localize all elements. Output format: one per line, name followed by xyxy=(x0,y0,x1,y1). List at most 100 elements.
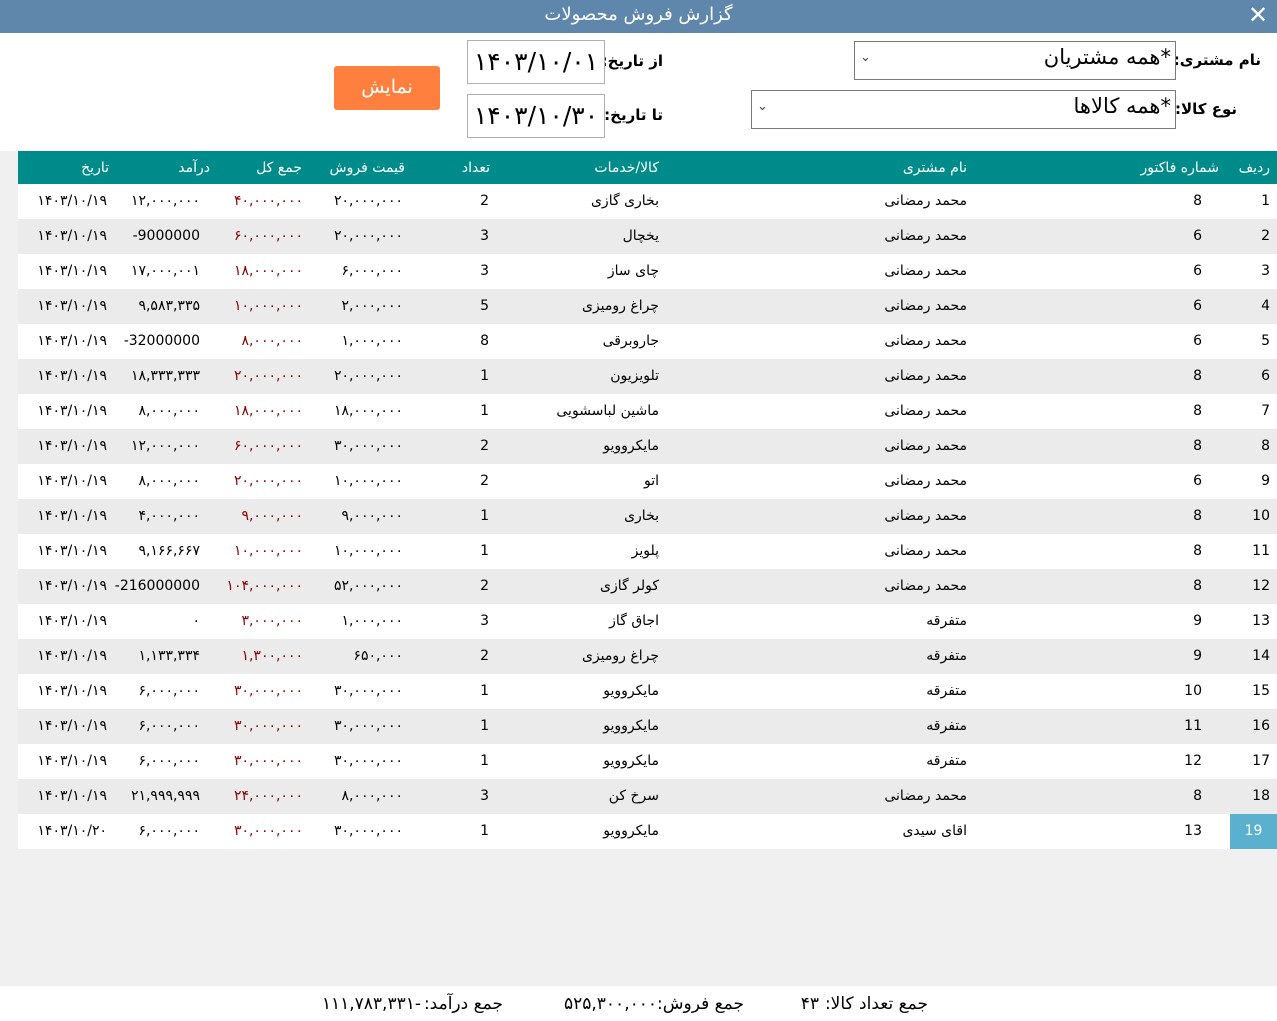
cell-total[interactable]: ۶۰,۰۰۰,۰۰۰ xyxy=(234,438,303,454)
cell-row[interactable]: 10 xyxy=(1252,508,1270,524)
cell-customer[interactable]: محمد رمضانی xyxy=(884,438,967,454)
cell-total[interactable]: ۱۰۴,۰۰۰,۰۰۰ xyxy=(226,578,303,594)
cell-income[interactable]: ۸,۰۰۰,۰۰۰ xyxy=(138,403,200,419)
cell-invoice[interactable]: 13 xyxy=(1184,823,1202,839)
cell-invoice[interactable]: 8 xyxy=(1193,508,1202,524)
table-row[interactable]: 1 8 محمد رمضانی بخاری گازی 2 ۲۰,۰۰۰,۰۰۰ ۴۰,۰۰۰… xyxy=(18,184,1277,219)
cell-total[interactable]: ۱,۳۰۰,۰۰۰ xyxy=(241,648,303,664)
cell-total[interactable]: ۱۸,۰۰۰,۰۰۰ xyxy=(234,403,303,419)
cell-invoice[interactable]: 6 xyxy=(1193,263,1202,279)
cell-product[interactable]: مایکروویو xyxy=(603,823,659,839)
cell-income[interactable]: ۶,۰۰۰,۰۰۰ xyxy=(138,683,200,699)
cell-product[interactable]: چای ساز xyxy=(608,263,659,279)
table-row[interactable]: 15 10 متفرقه مایکروویو 1 ۳۰,۰۰۰,۰۰۰ ۳۰,۰۰۰,۰۰۰… xyxy=(18,674,1277,709)
cell-income[interactable]: -9000000 xyxy=(133,228,200,244)
header-customer[interactable]: نام مشتری xyxy=(903,160,967,176)
cell-product[interactable]: اتو xyxy=(644,473,659,489)
table-row[interactable]: 11 8 محمد رمضانی پلویز 1 ۱۰,۰۰۰,۰۰۰ ۱۰,۰۰۰,۰۰۰… xyxy=(18,534,1277,569)
cell-price[interactable]: ۳۰,۰۰۰,۰۰۰ xyxy=(334,718,403,734)
cell-invoice[interactable]: 11 xyxy=(1184,718,1202,734)
table-row[interactable]: 17 12 متفرقه مایکروویو 1 ۳۰,۰۰۰,۰۰۰ ۳۰,۰۰۰,۰۰۰… xyxy=(18,744,1277,779)
cell-date[interactable]: ۱۴۰۳/۱۰/۱۹ xyxy=(37,578,107,594)
cell-qty[interactable]: 2 xyxy=(480,438,489,454)
cell-income[interactable]: ۱۲,۰۰۰,۰۰۰ xyxy=(131,438,200,454)
cell-total[interactable]: ۹,۰۰۰,۰۰۰ xyxy=(241,508,303,524)
cell-total[interactable]: ۳۰,۰۰۰,۰۰۰ xyxy=(234,683,303,699)
cell-row[interactable]: 12 xyxy=(1252,578,1270,594)
cell-date[interactable]: ۱۴۰۳/۱۰/۱۹ xyxy=(37,438,107,454)
cell-qty[interactable]: 2 xyxy=(480,648,489,664)
cell-qty[interactable]: 3 xyxy=(480,613,489,629)
cell-price[interactable]: ۱,۰۰۰,۰۰۰ xyxy=(341,333,403,349)
cell-price[interactable]: ۹,۰۰۰,۰۰۰ xyxy=(341,508,403,524)
cell-price[interactable]: ۳۰,۰۰۰,۰۰۰ xyxy=(334,683,403,699)
cell-invoice[interactable]: 12 xyxy=(1184,753,1202,769)
cell-product[interactable]: تلویزیون xyxy=(610,368,659,384)
table-row[interactable]: 16 11 متفرقه مایکروویو 1 ۳۰,۰۰۰,۰۰۰ ۳۰,۰۰۰,۰۰۰… xyxy=(18,709,1277,744)
cell-price[interactable]: ۶۵۰,۰۰۰ xyxy=(353,648,403,664)
cell-total[interactable]: ۳۰,۰۰۰,۰۰۰ xyxy=(234,823,303,839)
table-row[interactable]: 10 8 محمد رمضانی بخاری 1 ۹,۰۰۰,۰۰۰ ۹,۰۰۰,۰۰۰ ۴,… xyxy=(18,499,1277,534)
cell-row[interactable]: 1 xyxy=(1261,193,1270,209)
cell-date[interactable]: ۱۴۰۳/۱۰/۱۹ xyxy=(37,683,107,699)
cell-date[interactable]: ۱۴۰۳/۱۰/۱۹ xyxy=(37,753,107,769)
cell-price[interactable]: ۲۰,۰۰۰,۰۰۰ xyxy=(334,368,403,384)
cell-customer[interactable]: محمد رمضانی xyxy=(884,508,967,524)
cell-qty[interactable]: 1 xyxy=(480,508,489,524)
cell-income[interactable]: ۲۱,۹۹۹,۹۹۹ xyxy=(131,788,200,804)
cell-qty[interactable]: 1 xyxy=(480,753,489,769)
cell-qty[interactable]: 1 xyxy=(480,543,489,559)
cell-customer[interactable]: متفرقه xyxy=(926,718,967,734)
cell-price[interactable]: ۵۲,۰۰۰,۰۰۰ xyxy=(334,578,403,594)
table-row[interactable]: 18 8 محمد رمضانی سرخ کن 3 ۸,۰۰۰,۰۰۰ ۲۴,۰۰۰,۰۰۰… xyxy=(18,779,1277,814)
product-select[interactable]: *همه کالاها ⌄ xyxy=(751,90,1176,129)
cell-invoice[interactable]: 9 xyxy=(1193,613,1202,629)
cell-product[interactable]: مایکروویو xyxy=(603,718,659,734)
cell-customer[interactable]: محمد رمضانی xyxy=(884,333,967,349)
cell-customer[interactable]: محمد رمضانی xyxy=(884,298,967,314)
cell-row[interactable]: 16 xyxy=(1252,718,1270,734)
cell-customer[interactable]: محمد رمضانی xyxy=(884,473,967,489)
cell-date[interactable]: ۱۴۰۳/۱۰/۱۹ xyxy=(37,543,107,559)
cell-qty[interactable]: 2 xyxy=(480,473,489,489)
cell-qty[interactable]: 5 xyxy=(480,298,489,314)
cell-invoice[interactable]: 8 xyxy=(1193,368,1202,384)
cell-invoice[interactable]: 6 xyxy=(1193,228,1202,244)
cell-row[interactable]: 7 xyxy=(1261,403,1270,419)
cell-qty[interactable]: 3 xyxy=(480,263,489,279)
header-date[interactable]: تاریخ xyxy=(81,160,109,176)
cell-income[interactable]: ۶,۰۰۰,۰۰۰ xyxy=(138,718,200,734)
cell-product[interactable]: کولر گازی xyxy=(600,578,659,594)
header-invoice[interactable]: شماره فاکتور xyxy=(1141,160,1219,176)
cell-product[interactable]: یخچال xyxy=(623,228,659,244)
cell-customer[interactable]: متفرقه xyxy=(926,753,967,769)
cell-price[interactable]: ۱۰,۰۰۰,۰۰۰ xyxy=(334,473,403,489)
cell-invoice[interactable]: 8 xyxy=(1193,193,1202,209)
cell-row[interactable]: 19 xyxy=(1230,814,1277,849)
cell-invoice[interactable]: 8 xyxy=(1193,403,1202,419)
show-button[interactable]: نمایش xyxy=(334,66,440,110)
cell-invoice[interactable]: 8 xyxy=(1193,578,1202,594)
header-row[interactable]: ردیف xyxy=(1239,160,1270,176)
cell-qty[interactable]: 1 xyxy=(480,718,489,734)
cell-row[interactable]: 6 xyxy=(1261,368,1270,384)
cell-price[interactable]: ۲۰,۰۰۰,۰۰۰ xyxy=(334,193,403,209)
cell-price[interactable]: ۸,۰۰۰,۰۰۰ xyxy=(341,788,403,804)
cell-qty[interactable]: 3 xyxy=(480,228,489,244)
cell-total[interactable]: ۲۰,۰۰۰,۰۰۰ xyxy=(234,368,303,384)
close-icon[interactable]: ✕ xyxy=(1245,2,1271,28)
cell-income[interactable]: ۹,۵۸۳,۳۳۵ xyxy=(138,298,200,314)
cell-product[interactable]: چراغ رومیزی xyxy=(582,648,659,664)
header-price[interactable]: قیمت فروش xyxy=(330,160,405,176)
cell-product[interactable]: ماشین لباسشویی xyxy=(556,403,659,419)
cell-customer[interactable]: محمد رمضانی xyxy=(884,368,967,384)
table-row[interactable]: 6 8 محمد رمضانی تلویزیون 1 ۲۰,۰۰۰,۰۰۰ ۲۰,۰۰۰,۰… xyxy=(18,359,1277,394)
header-qty[interactable]: تعداد xyxy=(462,160,490,176)
cell-date[interactable]: ۱۴۰۳/۱۰/۱۹ xyxy=(37,508,107,524)
cell-row[interactable]: 4 xyxy=(1261,298,1270,314)
cell-date[interactable]: ۱۴۰۳/۱۰/۱۹ xyxy=(37,403,107,419)
cell-row[interactable]: 9 xyxy=(1261,473,1270,489)
cell-invoice[interactable]: 6 xyxy=(1193,333,1202,349)
cell-date[interactable]: ۱۴۰۳/۱۰/۱۹ xyxy=(37,788,107,804)
cell-income[interactable]: -216000000 xyxy=(115,578,200,594)
